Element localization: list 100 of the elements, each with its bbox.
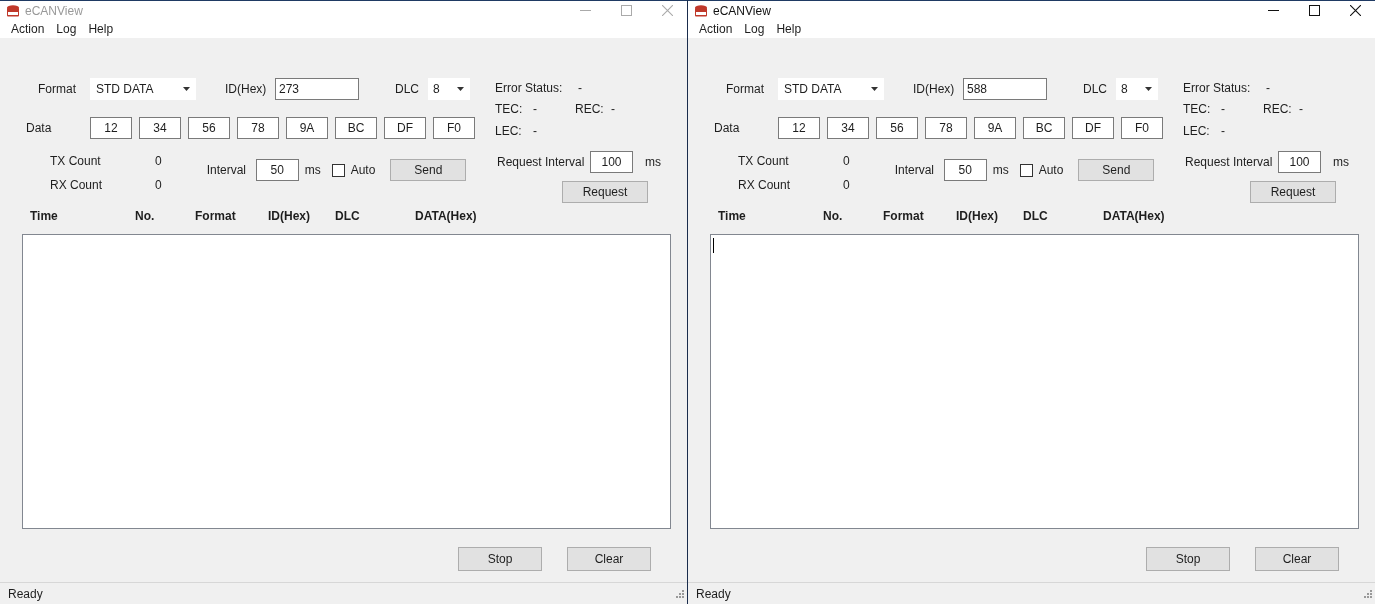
field-label: Error Status: (495, 80, 564, 97)
dropdown-arrow-icon[interactable] (457, 87, 464, 91)
column-header: No. (823, 208, 844, 225)
id-input[interactable]: 273 (275, 78, 359, 100)
window-title: eCANView (713, 2, 771, 20)
menu-item[interactable]: Action (695, 20, 737, 38)
field-label: Request Interval (1185, 154, 1274, 171)
checkbox-label: Auto (1038, 162, 1064, 179)
id-input[interactable]: 588 (963, 78, 1047, 100)
text-cursor (713, 238, 714, 253)
count-value: 0 (843, 177, 850, 194)
data-byte-input[interactable]: 12 (90, 117, 132, 139)
auto-checkbox[interactable] (331, 163, 345, 177)
menu-item[interactable]: Help (772, 20, 806, 38)
app-logo-icon (6, 4, 20, 17)
column-header: Format (195, 208, 237, 225)
field-label: Format (726, 81, 765, 98)
status-value: - (611, 101, 615, 118)
status-text: Ready (8, 585, 43, 603)
resize-grip-icon[interactable] (676, 589, 684, 598)
maximize-icon[interactable] (1309, 5, 1320, 16)
column-header: DLC (335, 208, 361, 225)
menu-item[interactable]: Action (7, 20, 49, 38)
field-label: REC: (575, 101, 605, 118)
request-interval-input[interactable]: 100 (1278, 151, 1321, 173)
close-icon[interactable] (1350, 5, 1361, 16)
data-byte-input[interactable]: 56 (188, 117, 230, 139)
field-label: Request Interval (497, 154, 586, 171)
app-logo-icon (694, 4, 708, 17)
status-value: - (533, 101, 538, 118)
column-header: DLC (1023, 208, 1049, 225)
data-byte-input[interactable]: DF (1072, 117, 1114, 139)
data-byte-input[interactable]: 78 (925, 117, 967, 139)
action-button[interactable]: Stop (458, 547, 542, 571)
data-byte-input[interactable]: 34 (827, 117, 869, 139)
resize-grip-icon[interactable] (1364, 589, 1372, 598)
format-dropdown[interactable]: STD DATA (90, 78, 196, 100)
menu-item[interactable]: Log (52, 20, 81, 38)
unit-label: ms (1333, 154, 1349, 171)
data-byte-input[interactable]: BC (1023, 117, 1065, 139)
field-label: TEC: (1183, 101, 1212, 118)
data-byte-input[interactable]: F0 (433, 117, 475, 139)
action-button[interactable]: Clear (567, 547, 651, 571)
auto-checkbox[interactable] (1019, 163, 1033, 177)
status-text: Ready (696, 585, 731, 603)
dropdown-arrow-icon[interactable] (871, 87, 878, 91)
request-button[interactable]: Request (1250, 181, 1336, 203)
column-header: ID(Hex) (268, 208, 311, 225)
field-label: Interval (894, 162, 936, 179)
field-label: TX Count (738, 153, 790, 170)
dlc-dropdown[interactable]: 8 (1116, 78, 1158, 100)
field-label: ID(Hex) (225, 81, 268, 98)
checkbox-label: Auto (350, 162, 376, 179)
field-label: DLC (395, 81, 420, 98)
field-label: Error Status: (1183, 80, 1252, 97)
data-byte-input[interactable]: 9A (974, 117, 1016, 139)
unit-label: ms (304, 162, 322, 179)
menu-item[interactable]: Help (84, 20, 118, 38)
column-header: Time (718, 208, 747, 225)
send-button[interactable]: Send (390, 159, 467, 181)
interval-input[interactable]: 50 (255, 159, 299, 181)
data-byte-input[interactable]: 9A (286, 117, 328, 139)
field-label: TX Count (50, 153, 102, 170)
column-header: Format (883, 208, 925, 225)
action-button[interactable]: Stop (1146, 547, 1230, 571)
status-value: - (533, 123, 537, 140)
count-value: 0 (155, 153, 162, 170)
data-byte-input[interactable]: BC (335, 117, 377, 139)
status-value: - (578, 80, 582, 97)
field-label: DLC (1083, 81, 1108, 98)
window-title: eCANView (25, 2, 83, 20)
data-byte-input[interactable]: 56 (876, 117, 918, 139)
send-button[interactable]: Send (1078, 159, 1155, 181)
dlc-dropdown[interactable]: 8 (428, 78, 470, 100)
request-button[interactable]: Request (562, 181, 648, 203)
interval-input[interactable]: 50 (943, 159, 987, 181)
column-header: ID(Hex) (956, 208, 999, 225)
column-header: DATA(Hex) (1103, 208, 1165, 225)
field-label: Interval (206, 162, 248, 179)
status-value: - (1299, 101, 1303, 118)
column-header: Time (30, 208, 59, 225)
request-interval-input[interactable]: 100 (590, 151, 633, 173)
data-byte-input[interactable]: DF (384, 117, 426, 139)
field-label: Data (26, 120, 53, 137)
action-button[interactable]: Clear (1255, 547, 1339, 571)
status-value: - (1221, 123, 1225, 140)
data-byte-input[interactable]: 12 (778, 117, 820, 139)
data-byte-input[interactable]: 78 (237, 117, 279, 139)
field-label: RX Count (50, 177, 104, 194)
field-label: LEC: (495, 123, 523, 140)
format-dropdown[interactable]: STD DATA (778, 78, 884, 100)
column-header: DATA(Hex) (415, 208, 477, 225)
dropdown-arrow-icon[interactable] (1145, 87, 1152, 91)
data-byte-input[interactable]: 34 (139, 117, 181, 139)
status-value: - (1266, 80, 1270, 97)
dropdown-arrow-icon[interactable] (183, 87, 190, 91)
data-byte-input[interactable]: F0 (1121, 117, 1163, 139)
field-label: RX Count (738, 177, 792, 194)
field-label: ID(Hex) (913, 81, 956, 98)
menu-item[interactable]: Log (740, 20, 769, 38)
